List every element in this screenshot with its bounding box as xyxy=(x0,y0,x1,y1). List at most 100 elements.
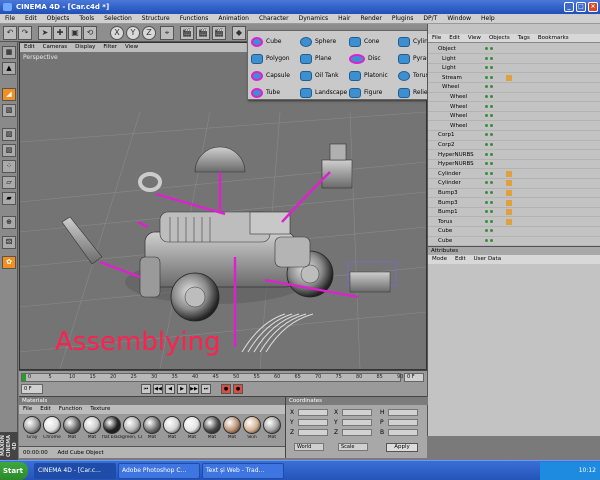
coord-p-field[interactable] xyxy=(388,419,418,426)
visibility-icon[interactable] xyxy=(484,237,494,246)
scale-icon[interactable]: ▣ xyxy=(68,26,82,40)
material-tag-icon[interactable] xyxy=(506,218,512,225)
menu-file[interactable]: File xyxy=(0,14,20,23)
world-dropdown[interactable]: World xyxy=(294,443,324,451)
make-editable-icon[interactable]: ▦ xyxy=(2,46,16,59)
rotate-icon[interactable]: ⟲ xyxy=(83,26,97,40)
palette-item-sphere[interactable]: Sphere xyxy=(300,33,349,50)
visibility-icon[interactable] xyxy=(484,160,494,169)
visibility-icon[interactable] xyxy=(484,64,494,73)
palette-item-oil-tank[interactable]: Oil Tank xyxy=(300,67,349,84)
apply-button[interactable]: Apply xyxy=(386,443,418,452)
object-row[interactable]: Wheel xyxy=(428,122,600,131)
render-picture-viewer-icon[interactable]: 🎬 xyxy=(196,26,210,40)
visibility-icon[interactable] xyxy=(484,45,494,54)
attr-menu-mode[interactable]: Mode xyxy=(428,255,451,264)
texture-tool-icon[interactable]: ▨ xyxy=(2,128,16,141)
material-swatch[interactable] xyxy=(143,416,161,434)
palette-item-figure[interactable]: Figure xyxy=(349,84,398,101)
menu-structure[interactable]: Structure xyxy=(137,14,175,23)
palette-item-cone[interactable]: Cone xyxy=(349,33,398,50)
maximize-button[interactable]: □ xyxy=(576,2,586,12)
obj-menu-objects[interactable]: Objects xyxy=(485,34,514,42)
palette-item-capsule[interactable]: Capsule xyxy=(251,67,300,84)
minimize-button[interactable]: _ xyxy=(564,2,574,12)
object-row[interactable]: HyperNURBS xyxy=(428,151,600,160)
material-swatch[interactable] xyxy=(63,416,81,434)
palette-item-disc[interactable]: Disc xyxy=(349,50,398,67)
vp-menu-cameras[interactable]: Cameras xyxy=(39,43,71,52)
material-tag-icon[interactable] xyxy=(506,170,512,177)
texture-axis-icon[interactable]: ▨ xyxy=(2,144,16,157)
coord-z2-field[interactable] xyxy=(342,429,372,436)
object-row[interactable]: Wheel xyxy=(428,112,600,122)
tool-icon[interactable]: ▲ xyxy=(2,62,16,75)
vp-menu-edit[interactable]: Edit xyxy=(20,43,39,52)
palette-item-polygon[interactable]: Polygon xyxy=(251,50,300,67)
object-row[interactable]: Light xyxy=(428,55,600,64)
live-select-icon[interactable]: ➤ xyxy=(38,26,52,40)
visibility-icon[interactable] xyxy=(484,199,494,208)
coord-z-field[interactable] xyxy=(298,429,328,436)
coord-y-field[interactable] xyxy=(298,419,328,426)
visibility-icon[interactable] xyxy=(484,218,494,227)
visibility-icon[interactable] xyxy=(484,151,494,160)
material-swatch[interactable] xyxy=(103,416,121,434)
material-tag-icon[interactable] xyxy=(506,180,512,187)
obj-menu-tags[interactable]: Tags xyxy=(514,34,534,42)
go-end-icon[interactable]: ⏭ xyxy=(201,384,211,394)
visibility-icon[interactable] xyxy=(484,141,494,150)
frame-field[interactable]: 0 F xyxy=(404,373,424,382)
task-cinema4d[interactable]: CINEMA 4D - [Car.c... xyxy=(34,463,116,479)
object-row[interactable]: Light xyxy=(428,64,600,74)
next-key-icon[interactable]: ▶▶ xyxy=(189,384,199,394)
menu-edit[interactable]: Edit xyxy=(20,14,42,23)
snap-icon[interactable]: ⊕ xyxy=(2,216,16,229)
play-back-icon[interactable]: ◀ xyxy=(165,384,175,394)
menu-dynamics[interactable]: Dynamics xyxy=(294,14,334,23)
sculpt-icon[interactable]: ✿ xyxy=(2,256,16,269)
object-row[interactable]: HyperNURBS xyxy=(428,160,600,170)
visibility-icon[interactable] xyxy=(484,93,494,102)
x-axis-icon[interactable]: X xyxy=(110,26,124,40)
object-row[interactable]: Wheel xyxy=(428,93,600,103)
go-start-icon[interactable]: ⏮ xyxy=(141,384,151,394)
visibility-icon[interactable] xyxy=(484,112,494,121)
add-cube-icon[interactable]: ◆ xyxy=(232,26,246,40)
mat-menu-function[interactable]: Function xyxy=(55,405,86,414)
menu-hair[interactable]: Hair xyxy=(333,14,355,23)
mat-menu-edit[interactable]: Edit xyxy=(36,405,55,414)
vp-menu-display[interactable]: Display xyxy=(71,43,99,52)
model-tool-icon[interactable]: ◢ xyxy=(2,88,16,101)
object-row[interactable]: Wheel xyxy=(428,83,600,93)
scale-dropdown[interactable]: Scale xyxy=(338,443,368,451)
obj-menu-view[interactable]: View xyxy=(464,34,485,42)
point-tool-icon[interactable]: ⁘ xyxy=(2,160,16,173)
obj-menu-edit[interactable]: Edit xyxy=(445,34,464,42)
object-row[interactable]: Bump3 xyxy=(428,189,600,199)
object-row[interactable]: Object xyxy=(428,45,600,55)
coord-x-field[interactable] xyxy=(298,409,328,416)
coord-b-field[interactable] xyxy=(388,429,418,436)
mat-menu-texture[interactable]: Texture xyxy=(86,405,114,414)
material-swatch[interactable] xyxy=(263,416,281,434)
visibility-icon[interactable] xyxy=(484,227,494,236)
visibility-icon[interactable] xyxy=(484,170,494,179)
coordinate-system-icon[interactable]: ⌖ xyxy=(160,26,174,40)
material-tag-icon[interactable] xyxy=(506,199,512,206)
object-row[interactable]: Stream xyxy=(428,74,600,83)
task-photoshop[interactable]: Adobe Photoshop C... xyxy=(118,463,200,479)
close-button[interactable]: × xyxy=(588,2,598,12)
undo-icon[interactable]: ↶ xyxy=(3,26,17,40)
material-swatch[interactable] xyxy=(23,416,41,434)
vp-menu-filter[interactable]: Filter xyxy=(99,43,121,52)
coord-x2-field[interactable] xyxy=(342,409,372,416)
visibility-icon[interactable] xyxy=(484,83,494,92)
coord-y2-field[interactable] xyxy=(342,419,372,426)
menu-dpt[interactable]: DP/T xyxy=(418,14,442,23)
material-swatch[interactable] xyxy=(203,416,221,434)
object-row[interactable]: Corp1 xyxy=(428,131,600,141)
y-axis-icon[interactable]: Y xyxy=(126,26,140,40)
menu-render[interactable]: Render xyxy=(356,14,387,23)
material-tag-icon[interactable] xyxy=(506,74,512,81)
